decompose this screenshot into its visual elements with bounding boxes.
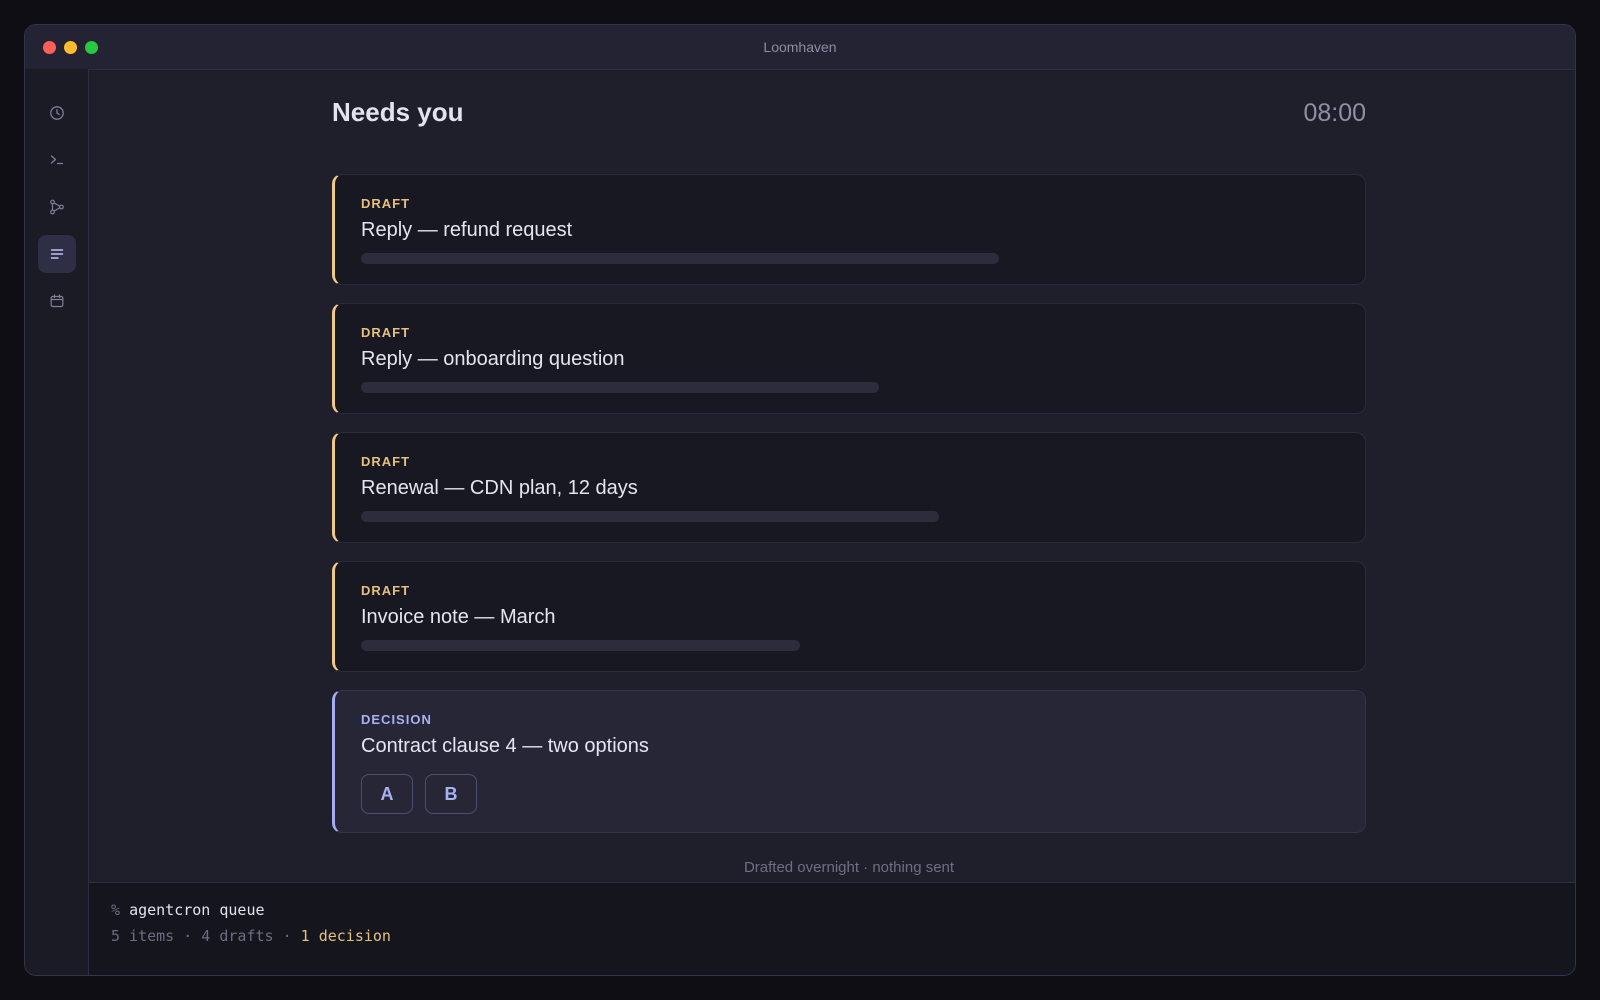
sidebar-item-queue[interactable]: [38, 235, 76, 273]
terminal-prompt: %: [111, 901, 121, 919]
terminal-output-line: 5 items · 4 drafts · 1 decision: [111, 927, 391, 945]
option-b-button[interactable]: B: [425, 774, 477, 814]
card-title: Reply — refund request: [361, 219, 573, 241]
terminal-command: agentcron queue: [129, 901, 265, 919]
terminal-command-line: % agentcron queue: [111, 901, 265, 919]
status-footnote: Drafted overnight · nothing sent: [743, 859, 955, 876]
list-icon: [50, 249, 64, 259]
title-bar: Loomhaven: [25, 25, 1575, 70]
card-kind-label: DRAFT: [361, 325, 411, 340]
branch-icon: [50, 199, 64, 215]
terminal-output-summary: 5 items · 4 drafts ·: [111, 927, 301, 945]
card-title: Reply — onboarding question: [361, 348, 625, 370]
queue-card-draft[interactable]: DRAFT Renewal — CDN plan, 12 days: [332, 432, 1366, 543]
queue-card-draft[interactable]: DRAFT Invoice note — March: [332, 561, 1366, 672]
terminal-panel[interactable]: % agentcron queue 5 items · 4 drafts · 1…: [89, 882, 1575, 975]
queue-card-draft[interactable]: DRAFT Reply — onboarding question: [332, 303, 1366, 414]
window-title: Loomhaven: [763, 39, 837, 55]
sidebar-item-workflows[interactable]: [38, 188, 76, 226]
card-title: Contract clause 4 — two options: [361, 735, 649, 757]
main-panel: Needs you 08:00 DRAFT Reply — refund req…: [89, 69, 1575, 882]
card-kind-label: DECISION: [361, 712, 432, 727]
preview-placeholder-bar: [361, 382, 879, 393]
calendar-icon: [50, 294, 64, 308]
page-title: Needs you: [332, 97, 464, 127]
queue-card-draft[interactable]: DRAFT Reply — refund request: [332, 174, 1366, 285]
queue-card-decision[interactable]: DECISION Contract clause 4 — two options…: [332, 690, 1366, 833]
card-kind-label: DRAFT: [361, 454, 411, 469]
preview-placeholder-bar: [361, 511, 939, 522]
card-title: Renewal — CDN plan, 12 days: [361, 477, 638, 499]
sidebar-item-calendar[interactable]: [38, 282, 76, 320]
sidebar-item-history[interactable]: [38, 94, 76, 132]
preview-placeholder-bar: [361, 640, 800, 651]
preview-placeholder-bar: [361, 253, 999, 264]
current-time: 08:00: [1303, 99, 1366, 127]
sidebar: [25, 69, 89, 975]
app-window: Loomhaven Needs you 08:00 DRAFT Reply — …: [24, 24, 1576, 976]
clock-icon: [50, 106, 64, 120]
terminal-output-highlight: 1 decision: [300, 927, 391, 945]
terminal-icon: [50, 155, 64, 165]
card-kind-label: DRAFT: [361, 196, 411, 211]
option-a-button[interactable]: A: [361, 774, 413, 814]
sidebar-item-terminal[interactable]: [38, 141, 76, 179]
card-kind-label: DRAFT: [361, 583, 411, 598]
card-title: Invoice note — March: [361, 606, 556, 628]
